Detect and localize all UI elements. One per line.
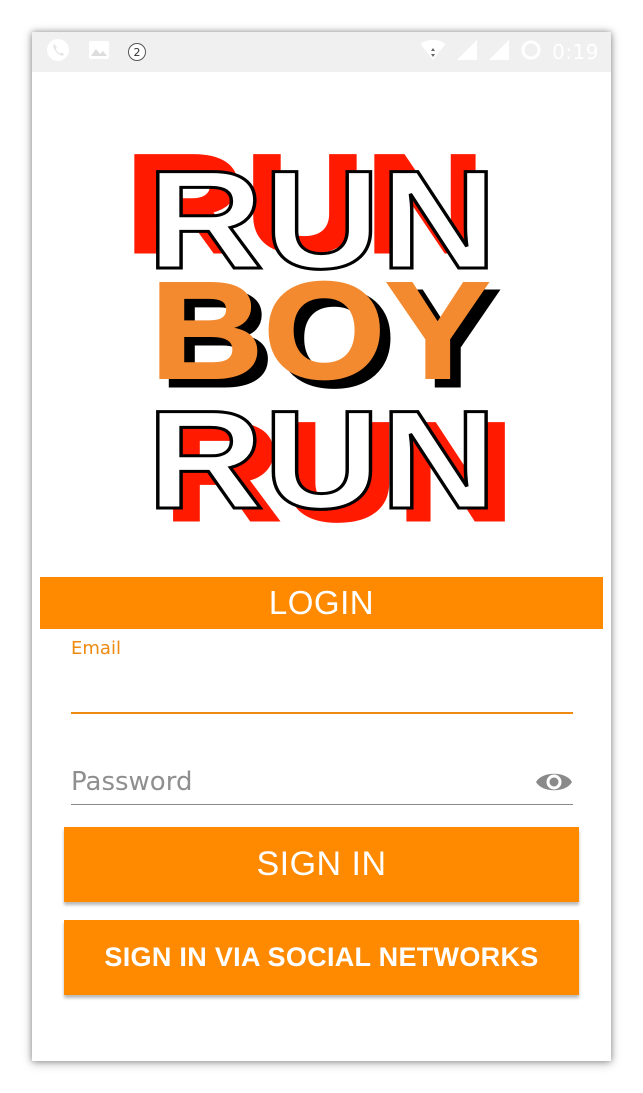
wifi-icon: [420, 39, 446, 66]
loading-icon: [520, 39, 542, 66]
login-title: LOGIN: [268, 584, 375, 621]
phone-icon: [46, 38, 70, 67]
status-time: 0:19: [552, 40, 599, 64]
app-screen: 2 0:19 RUN RUN BOY BOY RUN RUN LOGIN Ema…: [32, 32, 611, 1061]
notification-badge: 2: [128, 43, 146, 61]
signal-icon: [456, 39, 478, 66]
sign-in-button[interactable]: SIGN IN: [64, 827, 579, 902]
run-boy-run-logo: RUN RUN BOY BOY RUN RUN: [127, 130, 516, 530]
email-field[interactable]: [71, 672, 573, 714]
logo-line-3: RUN: [147, 381, 497, 530]
password-field-wrapper: [71, 762, 573, 805]
image-icon: [88, 39, 110, 66]
social-sign-in-button[interactable]: SIGN IN VIA SOCIAL NETWORKS: [64, 920, 579, 995]
status-bar-left: 2: [46, 38, 146, 67]
login-header: LOGIN: [40, 577, 603, 629]
signal-icon: [488, 39, 510, 66]
status-bar: 2 0:19: [32, 32, 611, 72]
status-bar-right: 0:19: [420, 39, 599, 66]
password-field[interactable]: [71, 762, 521, 802]
email-label: Email: [71, 638, 121, 659]
eye-icon[interactable]: [535, 768, 573, 796]
